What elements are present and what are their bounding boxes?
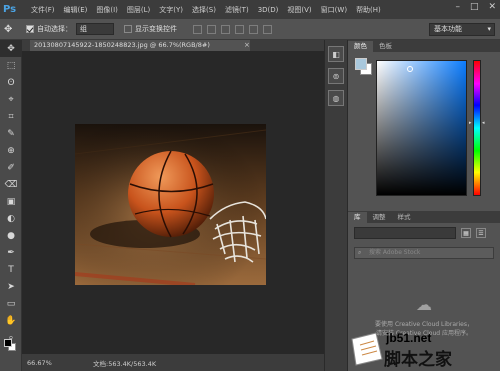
show-transform-checkbox[interactable] <box>124 25 132 33</box>
workspace-dropdown[interactable]: 基本功能 <box>429 23 495 36</box>
path-select-tool-icon[interactable]: ➤ <box>0 278 22 295</box>
align-right-icon[interactable] <box>263 24 272 34</box>
align-left-icon[interactable] <box>235 24 244 34</box>
align-middle-icon[interactable] <box>207 24 216 34</box>
window-controls: – □ ✕ <box>455 2 496 12</box>
hand-tool-icon[interactable]: ✋ <box>0 312 22 329</box>
marquee-tool-icon[interactable]: ⬚ <box>0 57 22 74</box>
show-transform-label: 显示变换控件 <box>135 25 177 33</box>
list-view-icon[interactable]: ☰ <box>476 228 486 238</box>
tab-adjustments[interactable]: 调整 <box>367 212 392 223</box>
lasso-tool-icon[interactable]: ʘ <box>0 74 22 91</box>
healing-tool-icon[interactable]: ⊕ <box>0 142 22 159</box>
menu-view[interactable]: 视图(V) <box>287 5 311 15</box>
zoom-level[interactable]: 66.67% <box>27 359 65 367</box>
color-panel: ▸ ◂ <box>348 52 500 211</box>
auto-select-dropdown[interactable]: 组 <box>76 23 114 35</box>
grid-view-icon[interactable]: ▦ <box>461 228 471 238</box>
auto-select-checkbox[interactable] <box>26 25 34 33</box>
watermark-logo: jb51.net 脚本之家 <box>346 331 496 370</box>
watermark-title: 脚本之家 <box>384 350 452 370</box>
menu-filter[interactable]: 滤镜(T) <box>225 5 249 15</box>
move-tool-preset-icon[interactable]: ✥ <box>4 24 26 35</box>
tab-styles[interactable]: 样式 <box>392 212 417 223</box>
menu-3d[interactable]: 3D(D) <box>258 6 279 14</box>
stock-search-input[interactable]: 搜索 Adobe Stock <box>354 247 494 259</box>
watermark-url: jb51.net <box>386 331 432 345</box>
menu-bar: Ps 文件(F) 编辑(E) 图像(I) 图层(L) 文字(Y) 选择(S) 滤… <box>0 0 500 19</box>
menu-edit[interactable]: 编辑(E) <box>64 5 88 15</box>
tools-panel: ✥ ⬚ ʘ ⌖ ⌗ ✎ ⊕ ✐ ⌫ ▣ ◐ ● ✒ T ➤ ▭ ✋ ⌕ <box>0 40 22 371</box>
close-tab-icon[interactable]: × <box>244 40 250 51</box>
menu-image[interactable]: 图像(I) <box>96 5 118 15</box>
eyedropper-tool-icon[interactable]: ✎ <box>0 125 22 142</box>
hue-slider[interactable] <box>473 60 481 196</box>
eraser-tool-icon[interactable]: ⌫ <box>0 176 22 193</box>
paragraph-panel-icon[interactable]: ◍ <box>328 90 344 106</box>
crop-tool-icon[interactable]: ⌗ <box>0 108 22 125</box>
tab-libraries[interactable]: 库 <box>348 212 367 223</box>
align-buttons <box>193 24 272 34</box>
move-tool-icon[interactable]: ✥ <box>0 40 22 57</box>
auto-select-label: 自动选择： <box>37 25 72 33</box>
library-dropdown[interactable] <box>354 227 456 239</box>
history-panel-icon[interactable]: ◧ <box>328 46 344 62</box>
menu-layer[interactable]: 图层(L) <box>127 5 150 15</box>
cc-message-line1: 要使用 Creative Cloud Libraries， <box>375 321 473 328</box>
menu-window[interactable]: 窗口(W) <box>321 5 347 15</box>
cloud-off-icon: ☁ <box>416 295 432 314</box>
document-tab[interactable]: 20130807145922-1850248823.jpg @ 66.7%(RG… <box>30 40 250 51</box>
tab-swatches[interactable]: 色板 <box>373 41 398 52</box>
align-center-icon[interactable] <box>249 24 258 34</box>
document-tab-bar: 20130807145922-1850248823.jpg @ 66.7%(RG… <box>22 40 324 51</box>
align-bottom-icon[interactable] <box>221 24 230 34</box>
panel-dock: ◧ ⊚ ◍ <box>324 40 348 371</box>
photoshop-logo: Ps <box>3 4 17 15</box>
basketball-photo[interactable] <box>75 124 266 285</box>
right-panels: 颜色 色板 ▸ ◂ 库 调整 样式 ▦ ☰ 搜索 Adobe Stock ☁ 要… <box>348 40 500 371</box>
document-tab-title: 20130807145922-1850248823.jpg @ 66.7%(RG… <box>34 41 210 49</box>
quick-select-tool-icon[interactable]: ⌖ <box>0 91 22 108</box>
align-top-icon[interactable] <box>193 24 202 34</box>
library-toolbar: ▦ ☰ <box>348 223 500 243</box>
status-bar: 66.67% 文档:563.4K/563.4K <box>22 354 324 371</box>
hue-marker-right-icon: ◂ <box>482 120 485 126</box>
color-panel-foreground-swatch[interactable] <box>355 58 367 70</box>
library-panel-tabs: 库 调整 样式 <box>348 211 500 223</box>
foreground-color-swatch[interactable] <box>4 339 12 347</box>
rectangle-tool-icon[interactable]: ▭ <box>0 295 22 312</box>
menu-help[interactable]: 帮助(H) <box>356 5 381 15</box>
options-bar: ✥ 自动选择： 组 显示变换控件 基本功能 <box>0 19 500 40</box>
menu-file[interactable]: 文件(F) <box>31 5 55 15</box>
brush-tool-icon[interactable]: ✐ <box>0 159 22 176</box>
menu-select[interactable]: 选择(S) <box>192 5 216 15</box>
pen-tool-icon[interactable]: ✒ <box>0 244 22 261</box>
canvas-area[interactable] <box>22 51 324 354</box>
type-tool-icon[interactable]: T <box>0 261 22 278</box>
document-size-info: 文档:563.4K/563.4K <box>93 359 157 368</box>
hue-marker-left-icon: ▸ <box>469 120 472 126</box>
color-panel-tabs: 颜色 色板 <box>348 40 500 52</box>
color-picker-cursor[interactable] <box>407 66 413 72</box>
watermark-paper-icon <box>351 332 383 366</box>
dodge-tool-icon[interactable]: ◐ <box>0 210 22 227</box>
blur-tool-icon[interactable]: ● <box>0 227 22 244</box>
menu-type[interactable]: 文字(Y) <box>159 5 183 15</box>
maximize-icon[interactable]: □ <box>470 2 479 12</box>
tab-color[interactable]: 颜色 <box>348 41 373 52</box>
close-icon[interactable]: ✕ <box>488 2 496 12</box>
color-field[interactable] <box>376 60 467 196</box>
minimize-icon[interactable]: – <box>455 2 460 12</box>
properties-panel-icon[interactable]: ⊚ <box>328 68 344 84</box>
gradient-tool-icon[interactable]: ▣ <box>0 193 22 210</box>
